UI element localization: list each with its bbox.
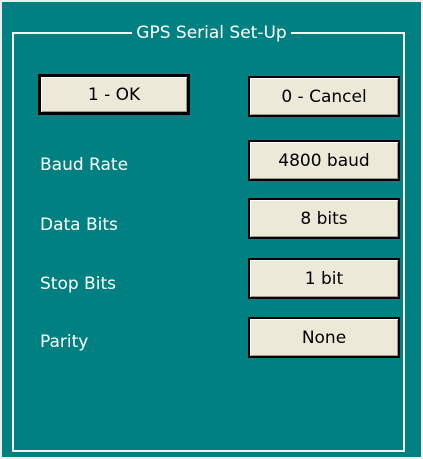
- parity-label: Parity: [40, 332, 89, 352]
- cancel-button[interactable]: 0 - Cancel: [248, 76, 400, 117]
- data-bits-button[interactable]: 8 bits: [248, 198, 400, 239]
- stop-bits-label: Stop Bits: [40, 274, 116, 294]
- stop-bits-button[interactable]: 1 bit: [248, 258, 400, 299]
- parity-button[interactable]: None: [248, 317, 400, 358]
- ok-button[interactable]: 1 - OK: [38, 74, 190, 115]
- baud-rate-button[interactable]: 4800 baud: [248, 140, 400, 181]
- gps-serial-setup-dialog: GPS Serial Set-Up 1 - OK 0 - Cancel Baud…: [2, 2, 421, 457]
- data-bits-label: Data Bits: [40, 215, 118, 235]
- baud-rate-label: Baud Rate: [40, 155, 129, 175]
